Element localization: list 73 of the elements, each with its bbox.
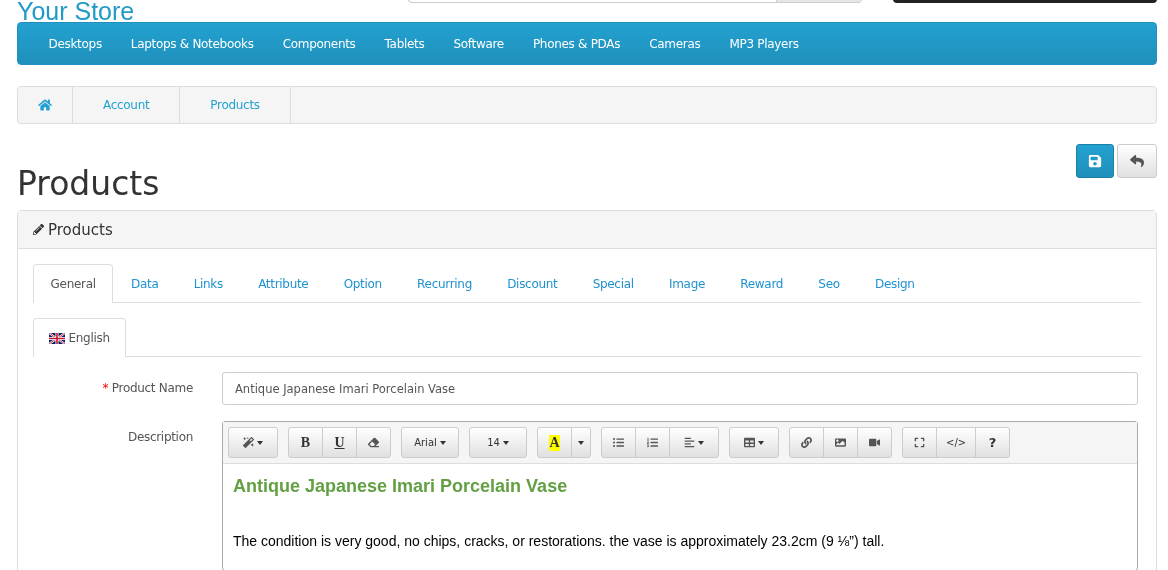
flag-icon xyxy=(49,332,65,344)
breadcrumb-link[interactable]: Products xyxy=(180,87,291,123)
rich-text-editor[interactable]: B U Arial 14 A </> ? Antique Japanese Imari Porcelain Vase The condition is very good, no chips, cracks, or restorations. the vase is approximately 23.2cm (9 ⅛”) tall. xyxy=(222,421,1138,570)
bold-button[interactable]: B xyxy=(288,427,323,458)
save-icon xyxy=(1088,154,1102,168)
help-button[interactable]: ? xyxy=(975,427,1011,458)
code-view-button[interactable]: </> xyxy=(936,427,977,458)
bulleted-list-icon xyxy=(613,437,624,448)
tab[interactable]: Design xyxy=(857,264,933,303)
eraser-button[interactable] xyxy=(356,427,391,458)
caret-icon xyxy=(698,440,704,445)
tab[interactable]: Recurring xyxy=(399,264,490,303)
underline-button[interactable]: U xyxy=(322,427,357,458)
caret-icon xyxy=(439,440,446,445)
align-left-button[interactable] xyxy=(669,427,719,458)
video-icon xyxy=(869,437,880,448)
home-icon xyxy=(38,98,52,112)
menu-item[interactable]: Tablets xyxy=(370,36,439,51)
expand-icon xyxy=(914,437,925,448)
video-button[interactable] xyxy=(857,427,892,458)
field-label: Description xyxy=(126,429,194,446)
caret-icon xyxy=(758,440,764,445)
content-paragraph: The condition is very good, no chips, cracks, or restorations. the vase is approximately 23.2cm (9 ⅛”) tall. xyxy=(233,533,886,549)
product-name-field[interactable]: Antique Japanese Imari Porcelain Vase xyxy=(222,372,1138,405)
field-label: Product Name xyxy=(111,381,193,395)
tab[interactable]: Data xyxy=(113,264,177,303)
content-heading: Antique Japanese Imari Porcelain Vase xyxy=(233,476,569,497)
font-dropdown[interactable]: 14 xyxy=(469,427,527,458)
menu-item[interactable]: Laptops & Notebooks xyxy=(116,36,269,51)
tab[interactable]: Option xyxy=(326,264,400,303)
magic-wand-button[interactable] xyxy=(228,427,278,458)
table-icon xyxy=(744,437,755,448)
menu-item[interactable]: Desktops xyxy=(34,36,117,51)
picture-button[interactable] xyxy=(823,427,858,458)
store-logo: Your Store xyxy=(17,0,136,24)
menu-item[interactable]: MP3 Players xyxy=(714,36,814,51)
caret-icon xyxy=(502,440,509,445)
caret-icon xyxy=(257,440,263,445)
color-dropdown-button[interactable] xyxy=(571,427,591,458)
menu-item[interactable]: Cameras xyxy=(634,36,715,51)
tab[interactable]: Special xyxy=(575,264,652,303)
page-title: Products xyxy=(17,164,160,203)
picture-icon xyxy=(835,437,846,448)
magic-wand-icon xyxy=(243,437,254,448)
breadcrumb-link[interactable]: Account xyxy=(73,87,181,123)
tab[interactable]: Reward xyxy=(722,264,801,303)
bulleted-list-button[interactable] xyxy=(601,427,636,458)
tab[interactable]: Discount xyxy=(489,264,576,303)
pencil-icon xyxy=(33,224,44,235)
eraser-icon xyxy=(368,437,379,448)
numbered-list-icon xyxy=(647,437,658,448)
panel-title: Products xyxy=(48,220,113,239)
link-button[interactable] xyxy=(789,427,824,458)
menu-item[interactable]: Software xyxy=(438,36,519,51)
font-dropdown[interactable]: Arial xyxy=(401,427,459,458)
table-button[interactable] xyxy=(729,427,779,458)
tab[interactable]: Seo xyxy=(800,264,858,303)
required-mark: * xyxy=(102,381,109,395)
tab[interactable]: Attribute xyxy=(240,264,327,303)
tab[interactable]: Image xyxy=(651,264,723,303)
save-button[interactable] xyxy=(1076,144,1114,178)
back-icon xyxy=(1130,154,1144,168)
caret-icon xyxy=(578,440,584,445)
language-tab[interactable]: English xyxy=(33,318,126,357)
tab[interactable]: General xyxy=(33,264,114,303)
highlight-button[interactable]: A xyxy=(537,427,572,458)
align-left-icon xyxy=(684,437,695,448)
link-icon xyxy=(801,437,812,448)
menu-item[interactable]: Components xyxy=(268,36,371,51)
menu-item[interactable]: Phones & PDAs xyxy=(518,36,635,51)
back-button[interactable] xyxy=(1117,144,1157,178)
numbered-list-button[interactable] xyxy=(635,427,670,458)
tab[interactable]: Links xyxy=(176,264,241,303)
